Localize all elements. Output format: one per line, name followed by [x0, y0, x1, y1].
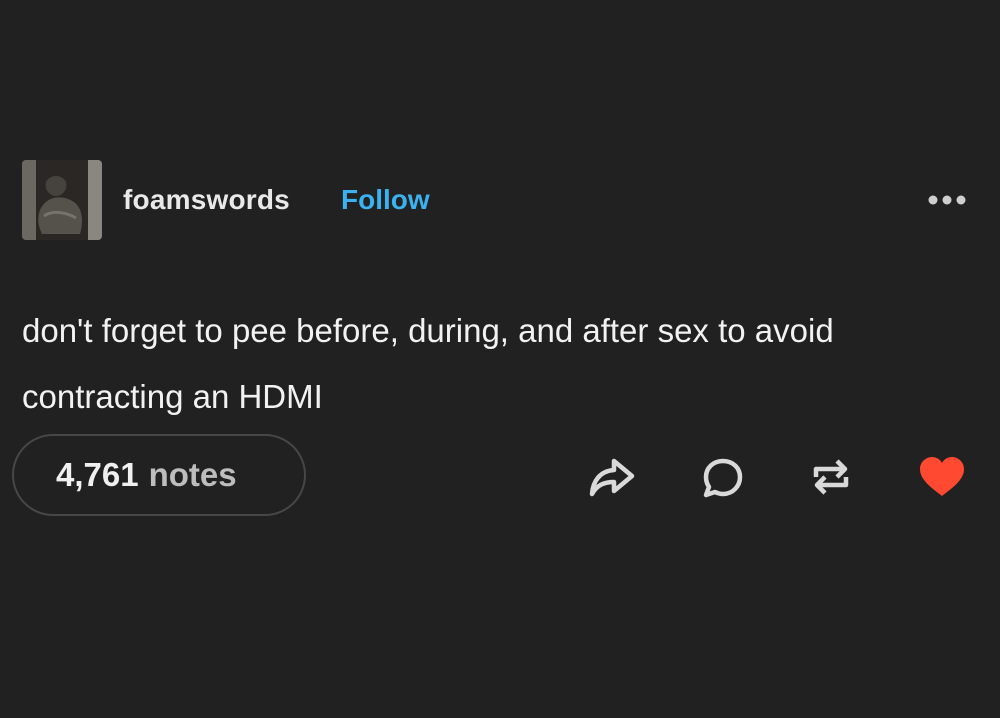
tumblr-post: foamswords Follow don't forget to pee be…	[0, 0, 1000, 718]
reply-icon[interactable]	[698, 455, 748, 499]
notes-label: notes	[148, 456, 237, 493]
post-text: don't forget to pee before, during, and …	[22, 312, 834, 415]
more-options-icon[interactable]	[927, 193, 967, 207]
post-header: foamswords Follow	[22, 160, 982, 242]
notes-button[interactable]: 4,761 notes	[12, 434, 306, 516]
notes-count: 4,761	[56, 456, 139, 493]
reblog-icon[interactable]	[806, 455, 856, 499]
follow-button[interactable]: Follow	[341, 184, 430, 216]
username[interactable]: foamswords	[123, 184, 290, 216]
avatar-image	[22, 160, 102, 240]
avatar[interactable]	[22, 160, 102, 240]
like-icon[interactable]	[917, 455, 967, 499]
share-icon[interactable]	[587, 455, 637, 499]
